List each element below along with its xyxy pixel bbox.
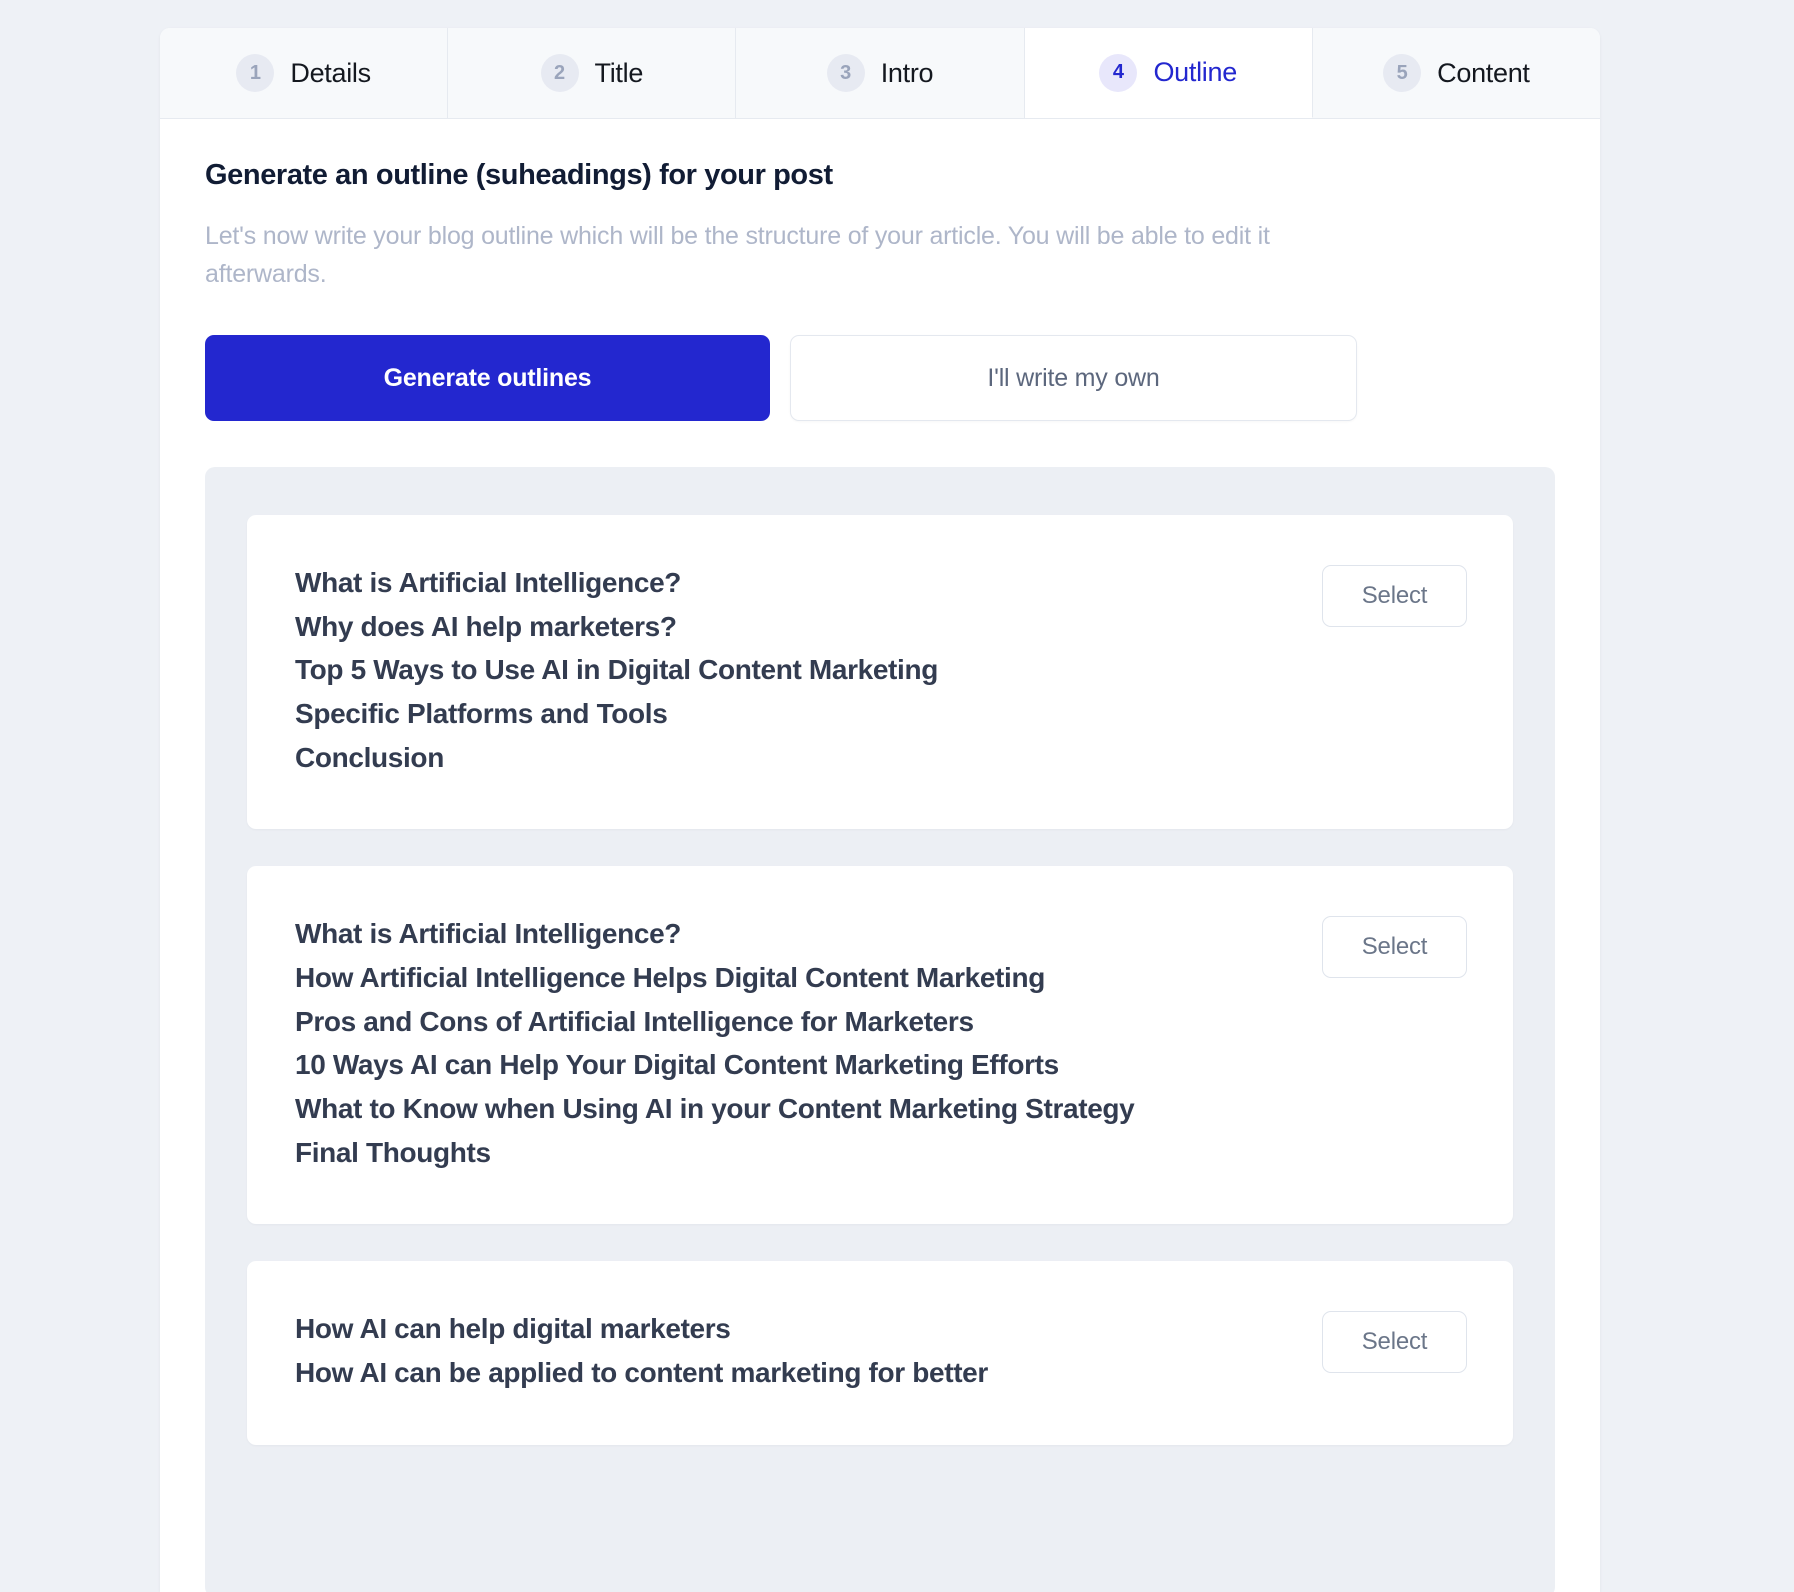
step-number-badge: 4 [1099, 53, 1138, 92]
step-label: Content [1437, 57, 1530, 88]
wizard-body: Generate an outline (suheadings) for you… [160, 119, 1600, 1592]
outline-results-list: What is Artificial Intelligence? Why does… [205, 467, 1555, 1592]
outline-heading-line: Specific Platforms and Tools [295, 698, 668, 730]
step-label: Details [290, 57, 371, 88]
generate-outlines-button[interactable]: Generate outlines [205, 335, 770, 421]
step-tab-outline[interactable]: 4 Outline [1024, 28, 1313, 118]
app-root: 1 Details 2 Title 3 Intro 4 Outline 5 Content Gen… [0, 0, 1794, 1592]
step-number-badge: 3 [826, 54, 865, 92]
outline-heading-line: Conclusion [295, 741, 444, 773]
outline-heading-line: What to Know when Using AI in your Conte… [295, 1093, 1135, 1125]
outline-heading-line: Final Thoughts [295, 1136, 491, 1168]
outline-heading-line: What is Artificial Intelligence? [295, 567, 682, 598]
outline-heading-line: How Artificial Intelligence Helps Digita… [295, 962, 1045, 994]
select-outline-button[interactable]: Select [1322, 916, 1467, 979]
step-number-badge: 2 [540, 54, 579, 92]
step-tab-intro[interactable]: 3 Intro [736, 28, 1025, 118]
outline-card[interactable]: What is Artificial Intelligence? Why does… [247, 515, 1513, 830]
outline-card[interactable]: What is Artificial Intelligence? How Arti… [247, 866, 1513, 1225]
step-label: Intro [880, 57, 934, 88]
outline-heading-line: Pros and Cons of Artificial Intelligence… [295, 1005, 974, 1037]
step-tab-content[interactable]: 5 Content [1312, 28, 1600, 118]
action-buttons: Generate outlines I'll write my own [205, 335, 1555, 421]
page-title: Generate an outline (suheadings) for you… [205, 159, 833, 191]
outline-lines: How AI can help digital marketers How AI … [295, 1307, 1225, 1394]
wizard-panel: 1 Details 2 Title 3 Intro 4 Outline 5 Content Gen… [160, 28, 1600, 1592]
outline-heading-line: Why does AI help marketers? [295, 610, 677, 642]
outline-heading-line: How AI can be applied to content marketi… [295, 1357, 988, 1389]
step-number-badge: 5 [1383, 54, 1422, 92]
step-label: Outline [1153, 57, 1237, 87]
step-tab-title[interactable]: 2 Title [448, 28, 737, 118]
step-tab-details[interactable]: 1 Details [160, 28, 449, 118]
step-number-badge: 1 [236, 54, 275, 92]
select-outline-button[interactable]: Select [1322, 565, 1467, 627]
outline-heading-line: Top 5 Ways to Use AI in Digital Content … [295, 654, 938, 686]
step-label: Title [594, 57, 644, 88]
outline-lines: What is Artificial Intelligence? Why does… [295, 561, 1225, 779]
outline-lines: What is Artificial Intelligence? How Arti… [295, 912, 1225, 1174]
page-description: Let's now write your blog outline which … [205, 222, 1270, 288]
select-outline-button[interactable]: Select [1322, 1311, 1467, 1374]
write-my-own-button[interactable]: I'll write my own [790, 335, 1357, 421]
outline-heading-line: How AI can help digital marketers [295, 1313, 731, 1345]
outline-card[interactable]: How AI can help digital marketers How AI … [247, 1261, 1513, 1445]
step-tabs: 1 Details 2 Title 3 Intro 4 Outline 5 Content [160, 28, 1600, 119]
outline-heading-line: 10 Ways AI can Help Your Digital Content… [295, 1049, 1059, 1081]
outline-heading-line: What is Artificial Intelligence? [295, 918, 682, 950]
